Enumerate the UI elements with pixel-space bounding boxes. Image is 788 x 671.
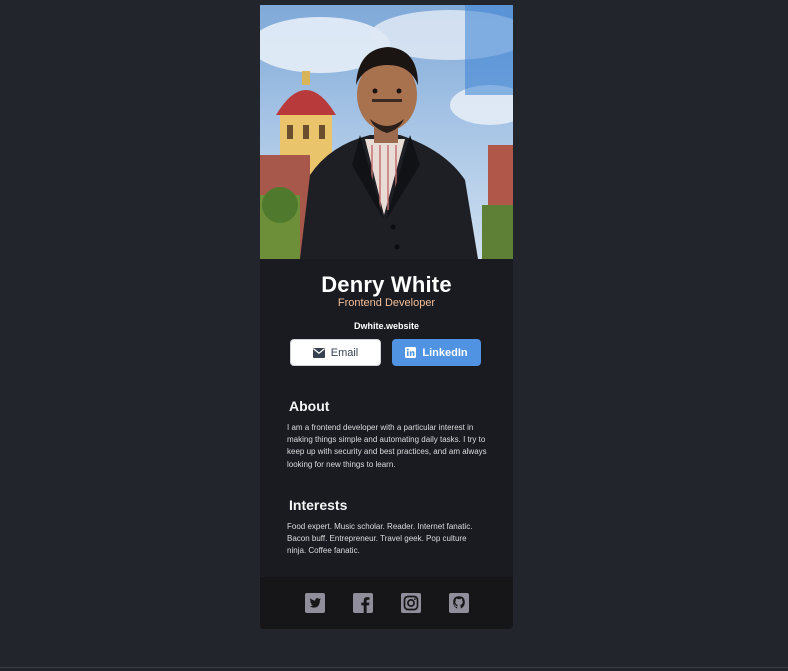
mail-icon bbox=[312, 347, 325, 358]
facebook-icon[interactable] bbox=[352, 593, 373, 613]
about-heading: About bbox=[289, 398, 330, 414]
email-button[interactable]: Email bbox=[290, 339, 381, 366]
profile-photo bbox=[260, 5, 513, 259]
profile-website[interactable]: Dwhite.website bbox=[260, 321, 513, 331]
linkedin-button[interactable]: LinkedIn bbox=[392, 339, 481, 366]
business-card: Denry White Frontend Developer Dwhite.we… bbox=[260, 5, 513, 629]
github-icon[interactable] bbox=[448, 593, 469, 613]
profile-title: Frontend Developer bbox=[337, 297, 436, 309]
interests-heading: Interests bbox=[289, 497, 348, 513]
linkedin-icon bbox=[405, 347, 417, 358]
about-text: I am a frontend developer with a particu… bbox=[287, 423, 487, 469]
email-button-label: Email bbox=[330, 346, 359, 359]
page: Denry White Frontend Developer Dwhite.we… bbox=[0, 0, 788, 671]
profile-name: Denry White bbox=[321, 272, 452, 297]
bottom-divider bbox=[0, 667, 788, 668]
instagram-icon[interactable] bbox=[400, 593, 421, 613]
social-footer bbox=[260, 577, 513, 629]
linkedin-button-label: LinkedIn bbox=[422, 346, 468, 359]
twitter-icon[interactable] bbox=[304, 593, 325, 613]
interests-text: Food expert. Music scholar. Reader. Inte… bbox=[287, 522, 473, 556]
